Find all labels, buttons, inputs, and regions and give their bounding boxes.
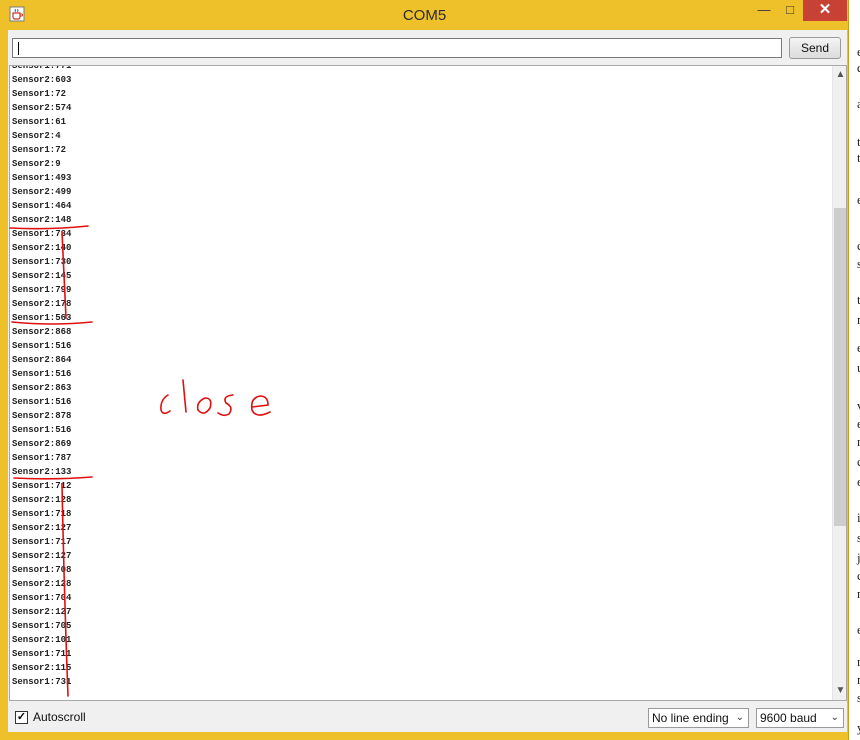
serial-output-line: Sensor2:603: [12, 75, 72, 85]
vertical-scrollbar[interactable]: ▲ ▼: [832, 66, 846, 700]
serial-output-list: Sensor1:771 Sensor2:603 Sensor1:72 Sensor2:…: [12, 65, 72, 689]
serial-output-line: Sensor2:863: [12, 383, 72, 393]
serial-output-line: Sensor1:72: [12, 89, 67, 99]
serial-output-line: Sensor2:574: [12, 103, 72, 113]
serial-output-line: Sensor1:516: [12, 397, 72, 407]
title-bar[interactable]: COM5 — □ ✕: [0, 0, 849, 30]
background-window-edge: eda tte cst neu ver cei sjc ner nsy: [848, 30, 860, 740]
serial-output-line: Sensor2:868: [12, 327, 72, 337]
baud-rate-select[interactable]: 9600 baud ⌄: [756, 708, 844, 728]
serial-output-line: Sensor1:563: [12, 313, 72, 323]
serial-output-line: Sensor2:128: [12, 579, 72, 589]
serial-output-line: Sensor2:869: [12, 439, 72, 449]
scrollbar-thumb[interactable]: [834, 208, 846, 526]
serial-output-line: Sensor1:771: [12, 65, 72, 71]
chevron-down-icon: ⌄: [735, 712, 744, 723]
serial-output-line: Sensor1:734: [12, 229, 72, 239]
text-caret: [18, 42, 19, 55]
serial-output-line: Sensor2:4: [12, 131, 61, 141]
window-client-area: Send Sensor1:771 Sensor2:603 Sensor1:72 Sen…: [8, 30, 847, 732]
serial-input-field[interactable]: [12, 38, 782, 58]
serial-output-line: Sensor2:864: [12, 355, 72, 365]
serial-output-line: Sensor2:128: [12, 495, 72, 505]
chevron-up-icon[interactable]: ▲: [833, 67, 846, 83]
send-button[interactable]: Send: [789, 37, 841, 59]
serial-output-line: Sensor2:140: [12, 243, 72, 253]
status-bar: ✓ Autoscroll No line ending ⌄ 9600 baud …: [8, 703, 847, 732]
serial-output-line: Sensor2:127: [12, 607, 72, 617]
serial-output-line: Sensor1:493: [12, 173, 72, 183]
serial-output-line: Sensor2:9: [12, 159, 61, 169]
serial-output-line: Sensor1:787: [12, 453, 72, 463]
serial-output-line: Sensor1:731: [12, 677, 72, 687]
serial-output-area[interactable]: Sensor1:771 Sensor2:603 Sensor1:72 Sensor2:…: [9, 65, 847, 701]
autoscroll-label[interactable]: Autoscroll: [33, 710, 86, 724]
serial-output-line: Sensor1:708: [12, 565, 72, 575]
chevron-down-icon[interactable]: ▼: [833, 683, 846, 699]
serial-output-line: Sensor1:704: [12, 593, 72, 603]
serial-output-line: Sensor1:712: [12, 481, 72, 491]
baud-rate-value: 9600 baud: [760, 711, 817, 725]
checkmark-icon: ✓: [16, 711, 27, 723]
serial-output-line: Sensor1:730: [12, 257, 72, 267]
serial-output-line: Sensor1:516: [12, 369, 72, 379]
line-ending-value: No line ending: [652, 711, 729, 725]
serial-output-line: Sensor1:799: [12, 285, 72, 295]
line-ending-select[interactable]: No line ending ⌄: [648, 708, 749, 728]
serial-output-line: Sensor1:61: [12, 117, 67, 127]
serial-output-line: Sensor1:711: [12, 649, 72, 659]
chevron-down-icon: ⌄: [830, 712, 839, 723]
serial-output-line: Sensor2:145: [12, 271, 72, 281]
serial-output-line: Sensor2:148: [12, 215, 72, 225]
serial-output-line: Sensor1:718: [12, 509, 72, 519]
serial-output-line: Sensor2:133: [12, 467, 72, 477]
close-button[interactable]: ✕: [803, 0, 847, 21]
serial-output-line: Sensor2:101: [12, 635, 72, 645]
maximize-button[interactable]: □: [778, 0, 802, 21]
serial-output-line: Sensor1:72: [12, 145, 67, 155]
serial-output-line: Sensor2:499: [12, 187, 72, 197]
serial-output-line: Sensor1:516: [12, 425, 72, 435]
autoscroll-checkbox[interactable]: ✓: [15, 711, 28, 724]
serial-output-line: Sensor1:516: [12, 341, 72, 351]
serial-output-line: Sensor2:178: [12, 299, 72, 309]
minimize-button[interactable]: —: [752, 0, 776, 21]
serial-monitor-window: COM5 — □ ✕ Send Sensor1:771 Sensor2:603 Se…: [0, 0, 849, 740]
serial-output-line: Sensor1:705: [12, 621, 72, 631]
serial-output-line: Sensor2:127: [12, 523, 72, 533]
serial-output-line: Sensor1:464: [12, 201, 72, 211]
serial-output-line: Sensor1:717: [12, 537, 72, 547]
serial-output-line: Sensor2:127: [12, 551, 72, 561]
window-title: COM5: [402, 7, 447, 24]
serial-output-line: Sensor2:115: [12, 663, 72, 673]
serial-output-line: Sensor2:878: [12, 411, 72, 421]
